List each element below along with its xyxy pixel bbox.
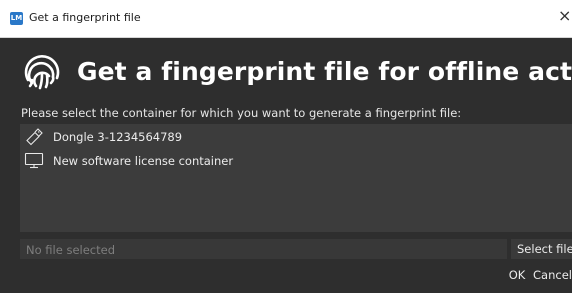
page-title: Get a fingerprint file for offline activ…: [77, 57, 572, 86]
header: Get a fingerprint file for offline activ…: [20, 46, 572, 98]
container-item-dongle[interactable]: Dongle 3-1234564789: [20, 126, 572, 148]
container-label: Dongle 3-1234564789: [53, 130, 183, 144]
instruction-text: Please select the container for which yo…: [21, 106, 462, 120]
app-icon: LM: [10, 12, 23, 25]
container-label: New software license container: [53, 154, 234, 168]
ok-button[interactable]: OK: [504, 265, 530, 285]
title-bar: LM Get a fingerprint file ×: [0, 0, 572, 38]
dialog-window: LM Get a fingerprint file × Get a finger…: [0, 0, 572, 293]
window-title: Get a fingerprint file: [29, 11, 141, 24]
select-file-button[interactable]: Select file: [511, 239, 572, 259]
usb-dongle-icon: [26, 128, 43, 146]
close-button[interactable]: ×: [558, 5, 572, 27]
container-item-software[interactable]: New software license container: [20, 150, 572, 172]
container-list[interactable]: Dongle 3-1234564789 New software license…: [20, 124, 572, 232]
fingerprint-icon: [24, 55, 60, 90]
monitor-icon: [24, 152, 44, 169]
file-path-input[interactable]: [20, 240, 507, 260]
file-path-field[interactable]: [20, 239, 507, 260]
cancel-button[interactable]: Cancel: [530, 265, 572, 285]
